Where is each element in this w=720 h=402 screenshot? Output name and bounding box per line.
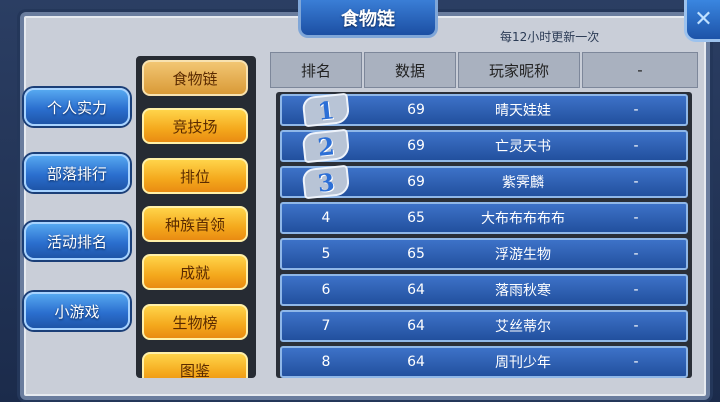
row-extra: - xyxy=(633,210,639,226)
row-player-name: 亡灵天书 xyxy=(495,139,551,155)
rank-medal-2: 2 xyxy=(301,128,351,164)
table-rows[interactable]: 1 69 晴天娃娃 - 2 69 亡灵天书 - 3 69 紫霁麟 - 4 65 … xyxy=(276,92,692,378)
rank-medal-1: 1 xyxy=(301,92,351,128)
sub-tab-creature-list[interactable]: 生物榜 xyxy=(142,304,248,340)
rank-medal-3: 3 xyxy=(301,164,351,200)
close-icon[interactable]: ✕ xyxy=(684,0,720,42)
row-rank: 7 xyxy=(321,318,331,334)
row-player-name: 晴天娃娃 xyxy=(495,103,551,119)
category-mini-game[interactable]: 小游戏 xyxy=(24,292,130,330)
table-row[interactable]: 7 64 艾丝蒂尔 - xyxy=(280,310,688,342)
row-extra: - xyxy=(633,174,639,190)
table-header: 排名 数据 玩家昵称 - xyxy=(270,52,698,88)
table-row[interactable]: 4 65 大布布布布布 - xyxy=(280,202,688,234)
header-player-name: 玩家昵称 xyxy=(458,52,580,88)
row-data: 64 xyxy=(407,282,425,298)
panel-title: 食物链 xyxy=(298,0,438,38)
row-extra: - xyxy=(633,102,639,118)
row-rank: 4 xyxy=(321,210,331,226)
update-note: 每12小时更新一次 xyxy=(500,30,600,44)
row-data: 64 xyxy=(407,354,425,370)
row-player-name: 大布布布布布 xyxy=(481,211,565,227)
table-row[interactable]: 8 64 周刊少年 - xyxy=(280,346,688,378)
row-extra: - xyxy=(633,354,639,370)
row-data: 64 xyxy=(407,318,425,334)
header-extra: - xyxy=(582,52,698,88)
table-row[interactable]: 1 69 晴天娃娃 - xyxy=(280,92,688,128)
row-extra: - xyxy=(633,318,639,334)
row-player-name: 落雨秋寒 xyxy=(495,283,551,299)
sub-menu: 食物链 竞技场 排位 种族首领 成就 生物榜 图鉴 xyxy=(136,56,256,378)
row-player-name: 艾丝蒂尔 xyxy=(495,319,551,335)
row-data: 65 xyxy=(407,246,425,262)
table-row[interactable]: 5 65 浮游生物 - xyxy=(280,238,688,270)
row-data: 69 xyxy=(407,138,425,154)
row-player-name: 周刊少年 xyxy=(495,355,551,371)
category-personal-strength[interactable]: 个人实力 xyxy=(24,88,130,126)
row-extra: - xyxy=(633,246,639,262)
row-player-name: 紫霁麟 xyxy=(502,175,544,191)
row-data: 69 xyxy=(407,174,425,190)
sub-tab-race-leader[interactable]: 种族首领 xyxy=(142,206,248,242)
row-rank: 6 xyxy=(321,282,331,298)
sub-tab-achievement[interactable]: 成就 xyxy=(142,254,248,290)
sub-tab-arena[interactable]: 竞技场 xyxy=(142,108,248,144)
row-player-name: 浮游生物 xyxy=(495,247,551,263)
ranking-table: 排名 数据 玩家昵称 - 1 69 晴天娃娃 - 2 69 亡灵天书 - 3 6… xyxy=(270,52,698,378)
row-rank: 8 xyxy=(321,354,331,370)
row-data: 69 xyxy=(407,102,425,118)
table-row[interactable]: 6 64 落雨秋寒 - xyxy=(280,274,688,306)
header-rank: 排名 xyxy=(270,52,362,88)
sub-tab-food-chain[interactable]: 食物链 xyxy=(142,60,248,96)
table-row[interactable]: 3 69 紫霁麟 - xyxy=(280,164,688,200)
category-event-ranking[interactable]: 活动排名 xyxy=(24,222,130,260)
table-row[interactable]: 2 69 亡灵天书 - xyxy=(280,128,688,164)
sub-tab-codex[interactable]: 图鉴 xyxy=(142,352,248,378)
row-extra: - xyxy=(633,282,639,298)
category-tribe-ranking[interactable]: 部落排行 xyxy=(24,154,130,192)
header-data: 数据 xyxy=(364,52,456,88)
sub-tab-ranked[interactable]: 排位 xyxy=(142,158,248,194)
row-extra: - xyxy=(633,138,639,154)
row-data: 65 xyxy=(407,210,425,226)
row-rank: 5 xyxy=(321,246,331,262)
